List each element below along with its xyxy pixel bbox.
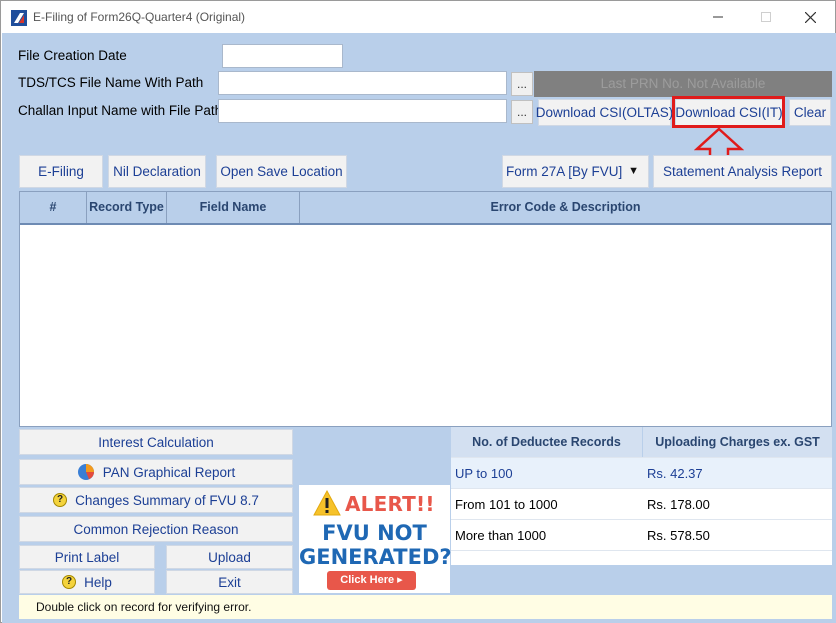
main-panel: File Creation Date TDS/TCS File Name Wit… bbox=[2, 33, 836, 623]
file-creation-date-field[interactable] bbox=[222, 44, 343, 68]
table-row[interactable]: UP to 100 Rs. 42.37 bbox=[451, 458, 832, 489]
grid-col-error-code[interactable]: Error Code & Description bbox=[300, 192, 831, 223]
error-grid-header: # Record Type Field Name Error Code & De… bbox=[20, 192, 831, 225]
charges-range-cell: More than 1000 bbox=[455, 527, 547, 543]
efiling-button[interactable]: E-Filing bbox=[19, 155, 103, 188]
charges-col-charges: Uploading Charges ex. GST bbox=[643, 427, 832, 457]
form-type-selected: Form 27A [By FVU] bbox=[506, 164, 623, 179]
challan-file-browse-button[interactable]: ... bbox=[511, 100, 533, 124]
common-rejection-reason-button[interactable]: Common Rejection Reason bbox=[19, 516, 293, 542]
warning-icon bbox=[313, 490, 341, 516]
upload-button[interactable]: Upload bbox=[166, 545, 293, 569]
prn-status-display: Last PRN No. Not Available bbox=[534, 71, 832, 97]
help-button[interactable]: ? Help bbox=[19, 570, 155, 594]
minimize-icon bbox=[713, 16, 723, 18]
grid-col-number[interactable]: # bbox=[20, 192, 87, 223]
charges-amount-cell: Rs. 578.50 bbox=[647, 527, 710, 543]
help-question-icon: ? bbox=[62, 575, 77, 589]
challan-file-path-field[interactable] bbox=[218, 99, 507, 123]
alert-line-1: FVU NOT bbox=[322, 521, 427, 545]
clear-button[interactable]: Clear bbox=[789, 99, 831, 126]
title-bar: E-Filing of Form26Q-Quarter4 (Original) bbox=[1, 1, 835, 33]
nil-declaration-button[interactable]: Nil Declaration bbox=[108, 155, 206, 188]
help-label: Help bbox=[84, 574, 112, 590]
pan-graphical-report-button[interactable]: PAN Graphical Report bbox=[19, 459, 293, 485]
table-row[interactable]: More than 1000 Rs. 578.50 bbox=[451, 520, 832, 551]
dropdown-arrow-icon: ▼ bbox=[628, 165, 639, 177]
charges-header-row: No. of Deductee Records Uploading Charge… bbox=[451, 427, 832, 458]
challan-file-label: Challan Input Name with File Path bbox=[18, 103, 223, 118]
grid-col-record-type[interactable]: Record Type bbox=[87, 192, 167, 223]
changes-summary-button[interactable]: ? Changes Summary of FVU 8.7 bbox=[19, 487, 293, 513]
download-csi-oltas-button[interactable]: Download CSI(OLTAS) bbox=[536, 99, 673, 126]
maximize-button[interactable] bbox=[743, 1, 789, 33]
alert-line-2: GENERATED? bbox=[299, 545, 452, 569]
exit-button[interactable]: Exit bbox=[166, 570, 293, 594]
window-title: E-Filing of Form26Q-Quarter4 (Original) bbox=[33, 10, 246, 24]
minimize-button[interactable] bbox=[695, 1, 741, 33]
interest-calculation-button[interactable]: Interest Calculation bbox=[19, 429, 293, 455]
pie-chart-icon bbox=[77, 464, 94, 480]
tds-file-label: TDS/TCS File Name With Path bbox=[18, 75, 204, 90]
upload-charges-table: No. of Deductee Records Uploading Charge… bbox=[451, 427, 832, 565]
tds-file-path-field[interactable] bbox=[218, 71, 507, 95]
error-grid[interactable]: # Record Type Field Name Error Code & De… bbox=[19, 191, 832, 427]
grid-col-field-name[interactable]: Field Name bbox=[167, 192, 300, 223]
app-logo-icon bbox=[11, 10, 27, 26]
close-icon bbox=[804, 11, 816, 23]
app-window: E-Filing of Form26Q-Quarter4 (Original) … bbox=[0, 0, 836, 623]
tds-file-browse-button[interactable]: ... bbox=[511, 72, 533, 96]
print-label-button[interactable]: Print Label bbox=[19, 545, 155, 569]
form-type-dropdown[interactable]: Form 27A [By FVU] ▼ bbox=[502, 155, 649, 188]
table-row[interactable]: From 101 to 1000 Rs. 178.00 bbox=[451, 489, 832, 520]
alert-title: ALERT!! bbox=[345, 492, 435, 516]
charges-col-records: No. of Deductee Records bbox=[451, 427, 643, 457]
help-question-icon: ? bbox=[53, 493, 68, 507]
changes-summary-label: Changes Summary of FVU 8.7 bbox=[75, 492, 259, 508]
charges-range-cell: UP to 100 bbox=[455, 465, 513, 481]
maximize-icon bbox=[761, 12, 771, 22]
open-save-location-button[interactable]: Open Save Location bbox=[216, 155, 347, 188]
highlight-box bbox=[672, 96, 785, 128]
fvu-alert-banner[interactable]: ALERT!! FVU NOT GENERATED? Click Here ▸ bbox=[299, 485, 452, 593]
statement-analysis-report-button[interactable]: Statement Analysis Report bbox=[653, 155, 832, 188]
status-bar: Double click on record for verifying err… bbox=[19, 595, 832, 619]
charges-amount-cell: Rs. 42.37 bbox=[647, 465, 703, 481]
alert-click-here-button[interactable]: Click Here ▸ bbox=[327, 571, 416, 590]
file-creation-date-label: File Creation Date bbox=[18, 48, 127, 63]
close-button[interactable] bbox=[787, 1, 833, 33]
charges-range-cell: From 101 to 1000 bbox=[455, 496, 558, 512]
pan-graphical-report-label: PAN Graphical Report bbox=[102, 464, 236, 480]
charges-amount-cell: Rs. 178.00 bbox=[647, 496, 710, 512]
